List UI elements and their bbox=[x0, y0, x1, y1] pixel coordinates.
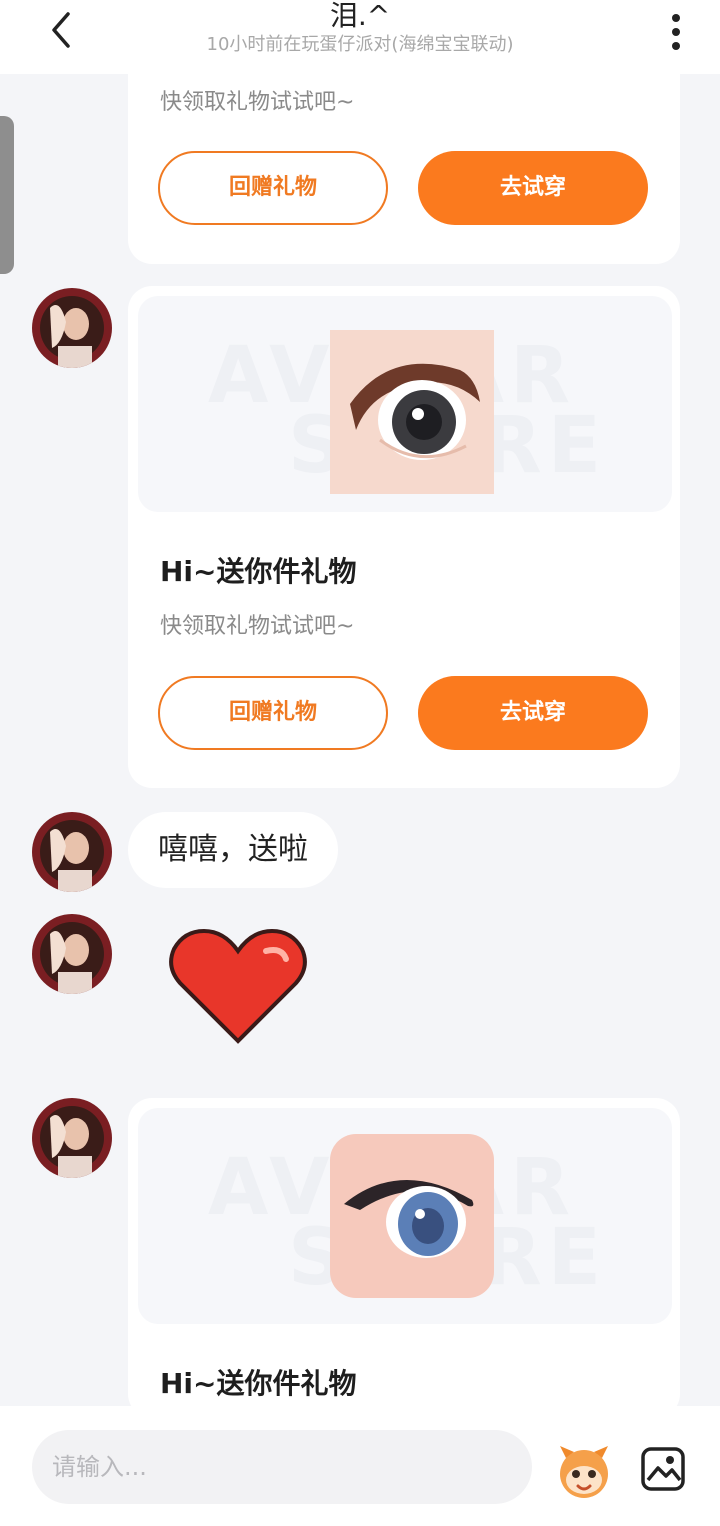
avatar[interactable] bbox=[32, 812, 112, 892]
image-icon bbox=[641, 1447, 685, 1491]
top-bar: 泪.^ 10小时前在玩蛋仔派对(海绵宝宝联动) bbox=[0, 0, 720, 74]
avatar[interactable] bbox=[32, 288, 112, 368]
avatar-image bbox=[32, 1098, 112, 1178]
gift-preview[interactable]: AVATAR STORE bbox=[138, 1108, 672, 1324]
try-on-button[interactable]: 去试穿 bbox=[418, 676, 648, 750]
gift-card-desc: 快领取礼物试试吧~ bbox=[160, 614, 355, 639]
side-drawer-handle[interactable] bbox=[0, 116, 14, 274]
avatar[interactable] bbox=[32, 1098, 112, 1178]
eye-item-image bbox=[330, 330, 494, 494]
return-gift-button[interactable]: 回赠礼物 bbox=[158, 151, 388, 225]
sticker-button[interactable] bbox=[552, 1440, 616, 1504]
chat-title: 泪.^ bbox=[329, 0, 391, 32]
gift-preview[interactable]: AVATAR STORE bbox=[138, 296, 672, 512]
avatar-image bbox=[32, 288, 112, 368]
avatar[interactable] bbox=[32, 914, 112, 994]
try-on-button[interactable]: 去试穿 bbox=[418, 151, 648, 225]
text-message[interactable]: 嘻嘻，送啦 bbox=[128, 812, 338, 888]
avatar-image bbox=[32, 914, 112, 994]
image-button[interactable] bbox=[640, 1446, 686, 1492]
more-button[interactable] bbox=[656, 6, 696, 50]
return-gift-button[interactable]: 回赠礼物 bbox=[158, 676, 388, 750]
mascot-icon bbox=[560, 1446, 608, 1498]
gift-card-title: Hi~送你件礼物 bbox=[160, 555, 357, 588]
gift-card: AVATAR STORE Hi~送你件礼物 快领取礼物试试吧~ 回赠礼物 去试穿 bbox=[128, 286, 680, 788]
heart-sticker-icon[interactable] bbox=[166, 925, 310, 1047]
more-vertical-icon bbox=[672, 14, 680, 50]
avatar-image bbox=[32, 812, 112, 892]
input-bar bbox=[0, 1406, 720, 1526]
gift-card-desc: 快领取礼物试试吧~ bbox=[160, 90, 355, 115]
gift-card-title: Hi~送你件礼物 bbox=[160, 1367, 357, 1400]
message-input[interactable] bbox=[32, 1430, 532, 1504]
chat-status: 10小时前在玩蛋仔派对(海绵宝宝联动) bbox=[206, 34, 514, 55]
gift-card: AVATAR STORE Hi~送你件礼物 bbox=[128, 1098, 680, 1418]
eye-item-image bbox=[330, 1134, 494, 1298]
